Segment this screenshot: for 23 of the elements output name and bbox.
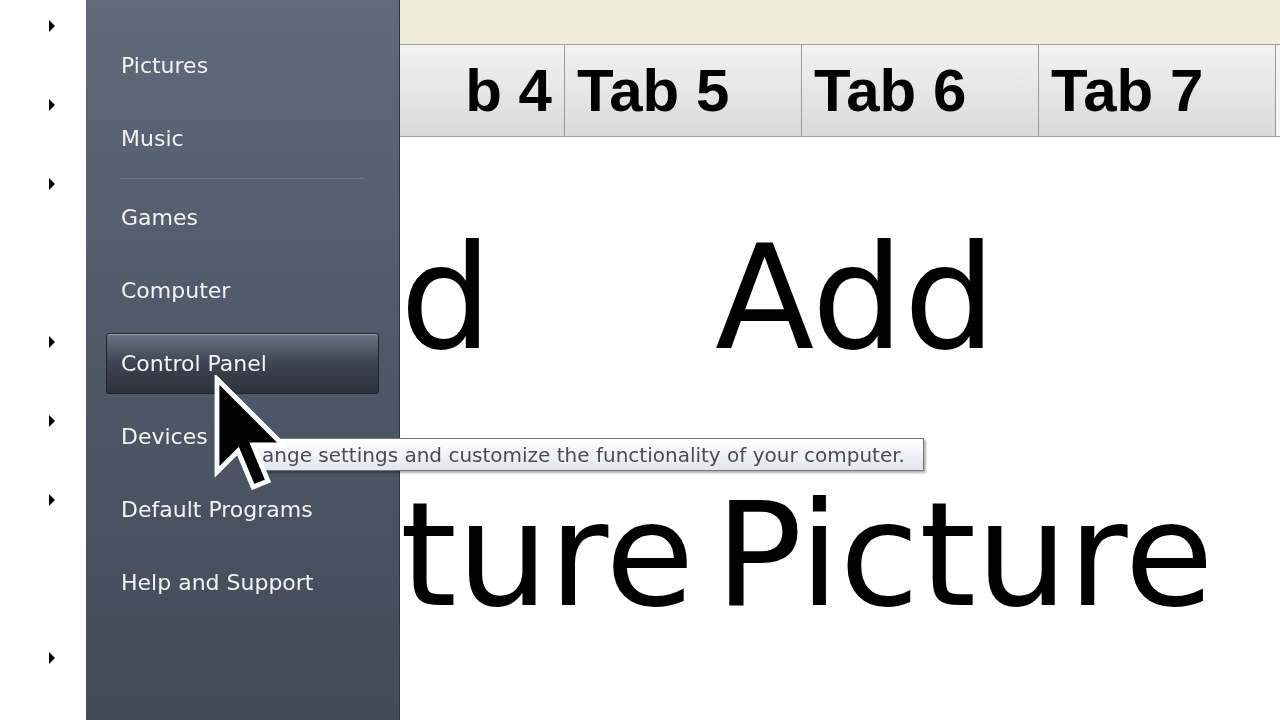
submenu-arrow-icon[interactable] <box>48 177 56 190</box>
tab[interactable]: Tab 5 <box>565 45 802 136</box>
submenu-arrow-icon[interactable] <box>48 19 56 32</box>
submenu-arrow-icon[interactable] <box>48 335 56 348</box>
submenu-arrow-icon[interactable] <box>48 98 56 111</box>
tooltip: ange settings and customize the functionality of your computer. <box>243 438 924 471</box>
start-menu-item[interactable]: Games <box>106 187 379 248</box>
start-menu-item[interactable]: Computer <box>106 260 379 321</box>
start-menu-item[interactable]: Music <box>106 108 379 169</box>
tab[interactable]: b 4 <box>400 45 565 136</box>
submenu-arrow-icon[interactable] <box>48 493 56 506</box>
tab-content-label: Picture <box>715 482 1214 627</box>
submenu-arrow-icon[interactable] <box>48 414 56 427</box>
tab-content-label: Add <box>715 225 996 370</box>
start-menu-item[interactable]: Default Programs <box>106 479 379 540</box>
tab[interactable]: Tab 6 <box>802 45 1039 136</box>
start-menu-item[interactable]: Control Panel <box>106 333 379 394</box>
start-menu-item[interactable]: Help and Support <box>106 552 379 613</box>
tab[interactable]: Tab 7 <box>1039 45 1276 136</box>
start-menu-item[interactable]: Pictures <box>106 35 379 96</box>
tab-content-label: ture <box>400 482 696 627</box>
submenu-arrow-icon[interactable] <box>48 651 56 664</box>
tab-content-label: d <box>400 225 494 370</box>
